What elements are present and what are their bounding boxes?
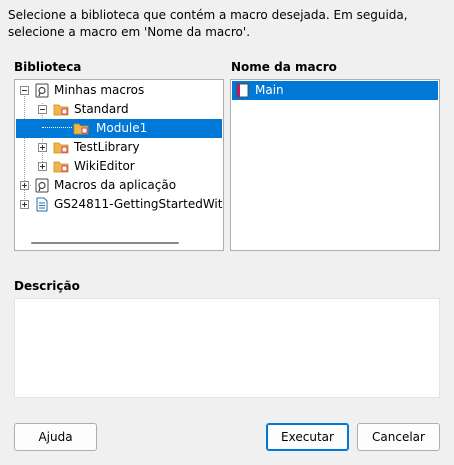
macro-icon (236, 83, 249, 98)
collapse-toggle-icon[interactable] (20, 86, 29, 95)
tree-item-testlibrary[interactable]: TestLibrary (15, 138, 223, 157)
tree-item-label: Module1 (96, 121, 148, 135)
tree-item-wikieditor[interactable]: WikiEditor (15, 157, 223, 176)
horizontal-scrollbar[interactable] (31, 242, 179, 244)
macro-name-label: Nome da macro (231, 60, 337, 74)
tree-item-gs24811-document[interactable]: GS24811-GettingStartedWithMa (15, 195, 223, 214)
folder-icon (53, 142, 69, 154)
description-box (14, 298, 440, 398)
tree-item-module1[interactable]: Module1 (16, 119, 222, 138)
run-button[interactable]: Executar (266, 423, 349, 451)
macro-item-main[interactable]: Main (232, 81, 438, 100)
macro-name-list[interactable]: Main (230, 79, 440, 251)
expand-toggle-icon[interactable] (20, 200, 29, 209)
library-tree[interactable]: Minhas macros Standard Module1 TestLibra… (14, 79, 224, 251)
expand-toggle-icon[interactable] (38, 143, 47, 152)
description-label: Descrição (14, 279, 80, 293)
tree-item-standard[interactable]: Standard (15, 100, 223, 119)
tree-item-label: GS24811-GettingStartedWithMa (54, 197, 223, 211)
macro-container-icon (35, 178, 49, 193)
instruction-text: Selecione a biblioteca que contém a macr… (8, 8, 408, 39)
cancel-button[interactable]: Cancelar (357, 423, 440, 451)
help-button[interactable]: Ajuda (14, 423, 97, 451)
folder-icon (53, 104, 69, 116)
tree-item-label: TestLibrary (74, 140, 140, 154)
module-icon (73, 123, 89, 135)
tree-item-label: Minhas macros (54, 83, 145, 97)
tree-item-macros-da-aplicacao[interactable]: Macros da aplicação (15, 176, 223, 195)
expand-toggle-icon[interactable] (38, 162, 47, 171)
folder-icon (53, 161, 69, 173)
tree-item-label: Standard (74, 102, 129, 116)
tree-item-label: Macros da aplicação (54, 178, 177, 192)
macro-item-label: Main (255, 83, 284, 97)
document-icon (36, 197, 48, 212)
library-label: Biblioteca (14, 60, 82, 74)
macro-container-icon (35, 83, 49, 98)
tree-item-minhas-macros[interactable]: Minhas macros (15, 81, 223, 100)
collapse-toggle-icon[interactable] (38, 105, 47, 114)
expand-toggle-icon[interactable] (20, 181, 29, 190)
tree-item-label: WikiEditor (74, 159, 135, 173)
